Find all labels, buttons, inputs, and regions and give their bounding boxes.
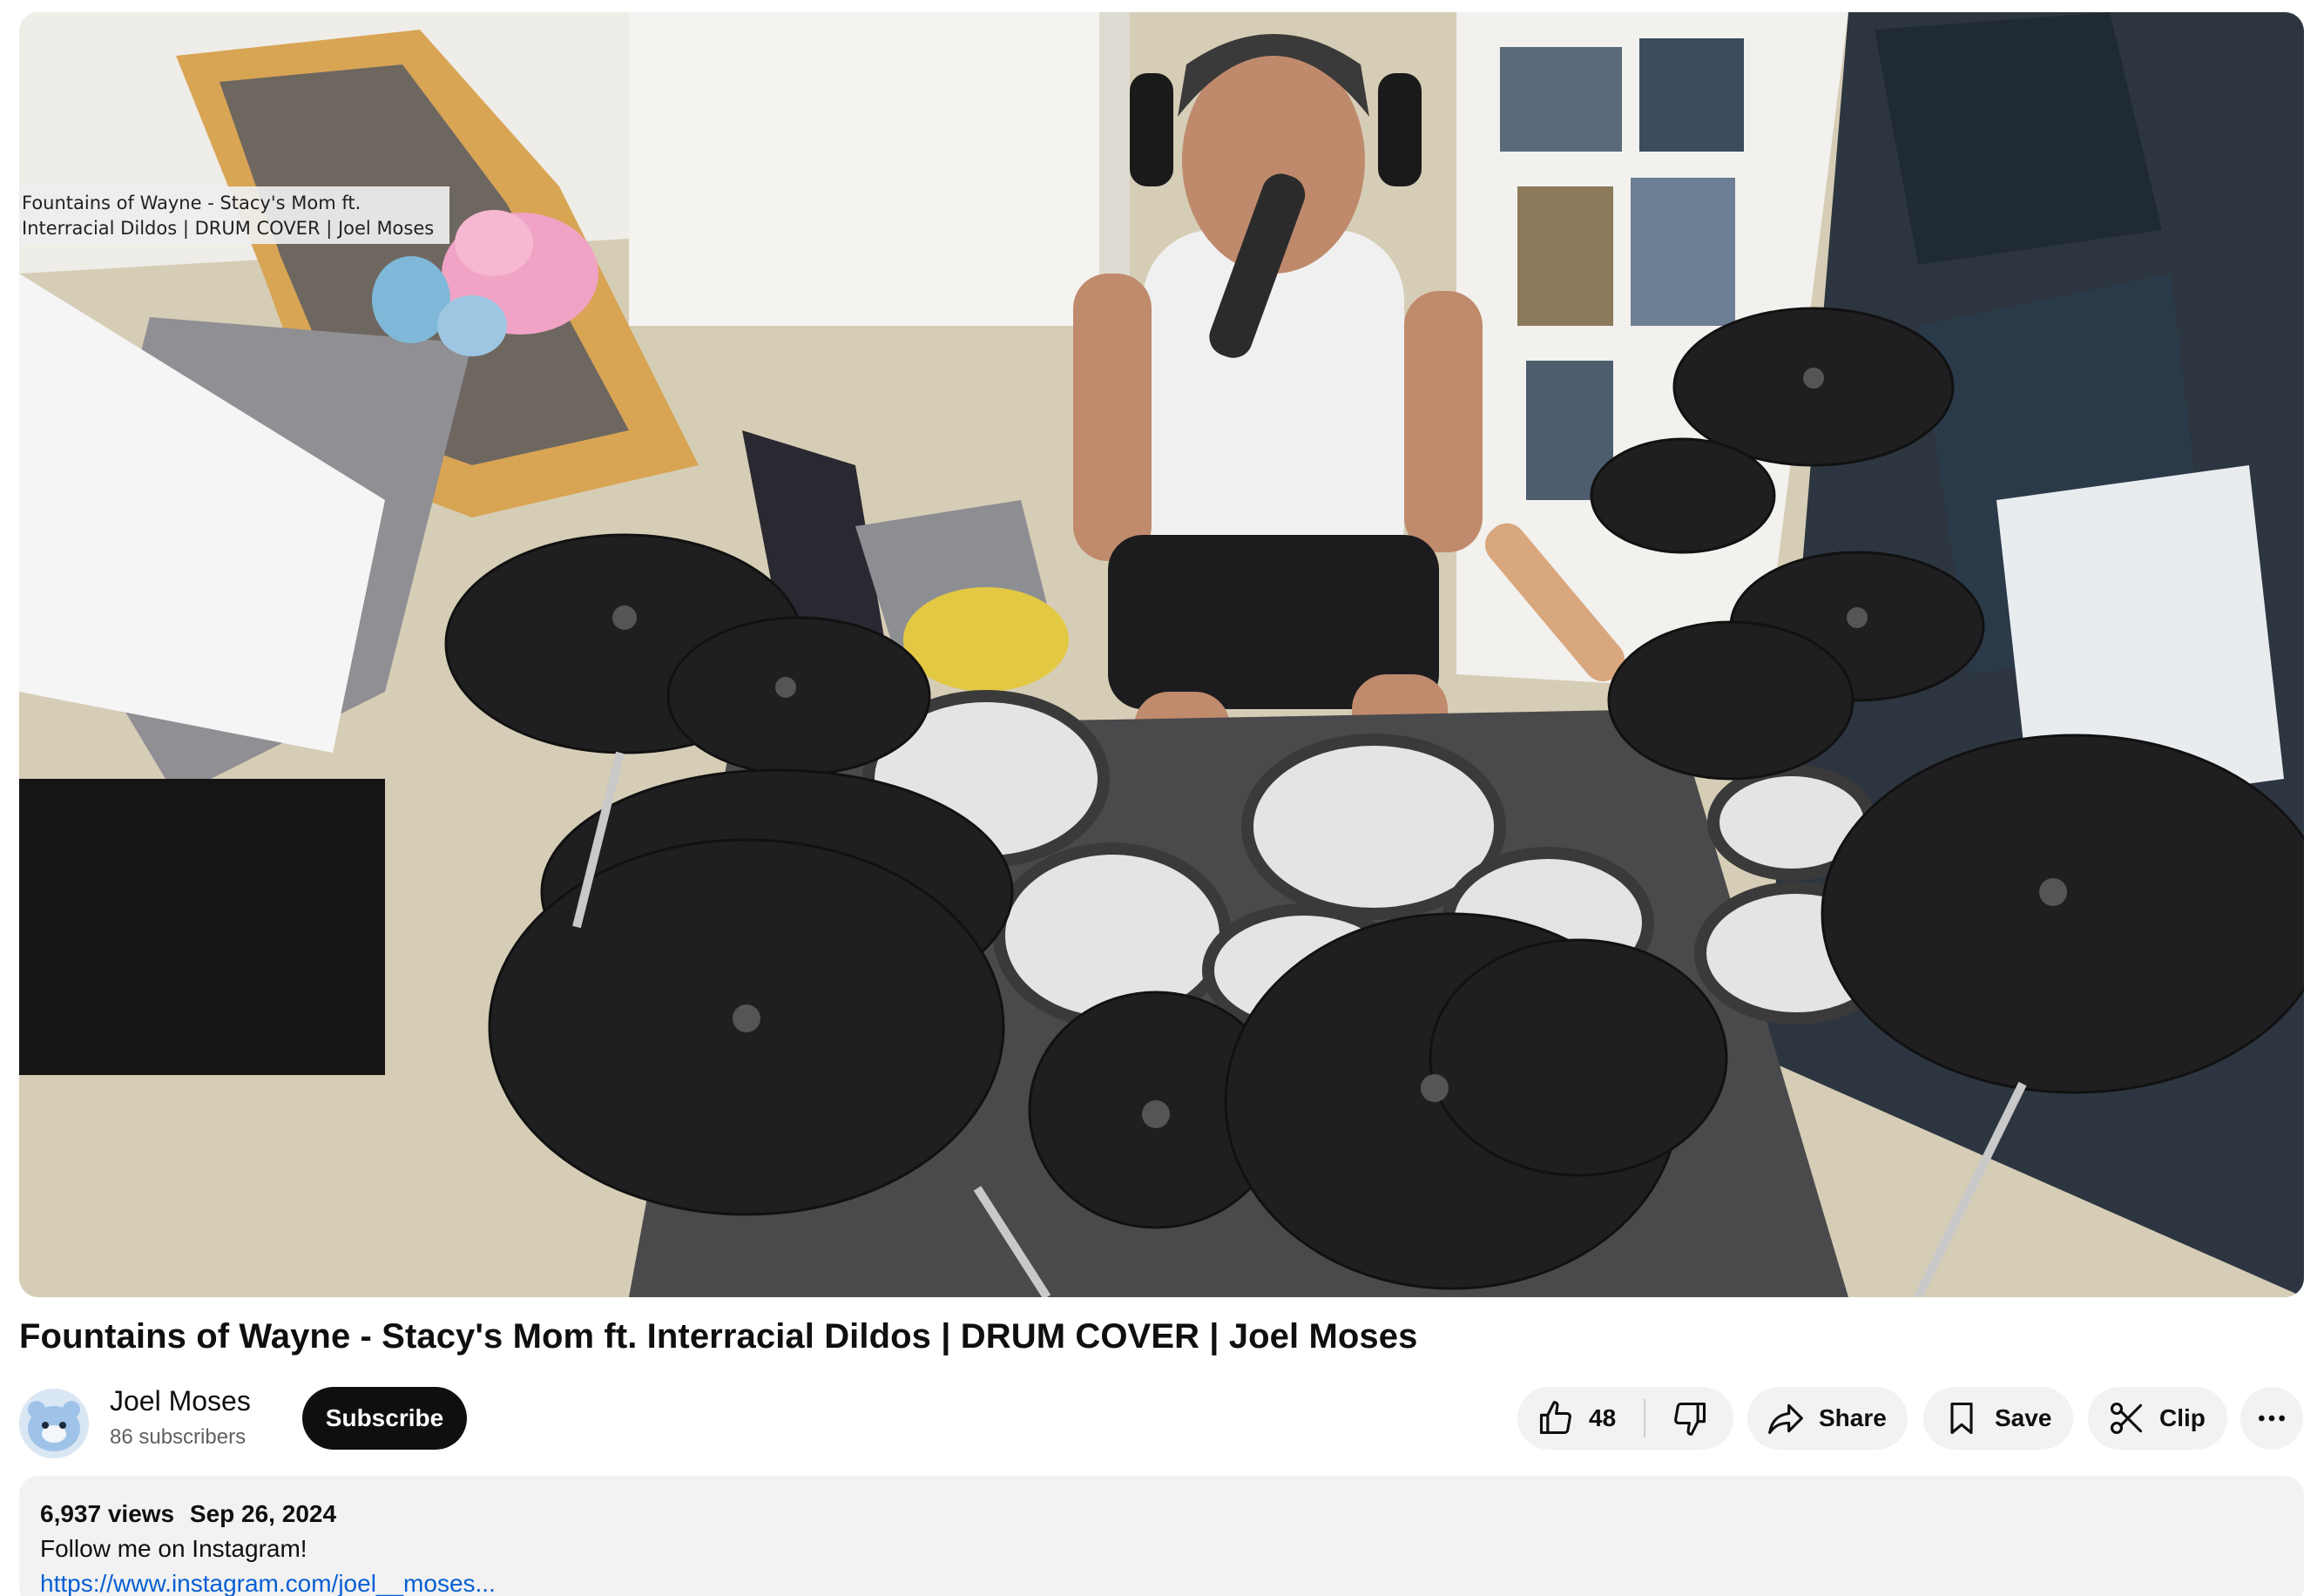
- share-arrow-icon: [1768, 1403, 1803, 1435]
- avatar-image: [19, 1389, 89, 1458]
- thumbs-down-icon: [1673, 1402, 1706, 1436]
- clip-label: Clip: [2159, 1404, 2206, 1431]
- view-count: 6,937 views: [40, 1500, 175, 1527]
- clip-button[interactable]: Clip: [2088, 1387, 2227, 1450]
- like-dislike-group: 48: [1517, 1387, 1733, 1450]
- scissors-icon: [2110, 1402, 2143, 1435]
- video-meta: 6,937 views Sep 26, 2024: [40, 1498, 2283, 1530]
- like-button[interactable]: 48: [1517, 1387, 1644, 1450]
- save-label: Save: [1995, 1404, 2052, 1431]
- share-button[interactable]: Share: [1747, 1387, 1908, 1450]
- more-horizontal-icon: [2259, 1415, 2285, 1422]
- video-title-tooltip: Fountains of Wayne - Stacy's Mom ft. Int…: [19, 186, 449, 244]
- channel-name[interactable]: Joel Moses: [110, 1385, 251, 1417]
- instagram-link[interactable]: https://www.instagram.com/joel__moses...: [40, 1566, 2283, 1596]
- video-player[interactable]: Fountains of Wayne - Stacy's Mom ft. Int…: [19, 12, 2304, 1297]
- description-box[interactable]: 6,937 views Sep 26, 2024 Follow me on In…: [19, 1476, 2304, 1596]
- subscriber-count: 86 subscribers: [110, 1425, 247, 1449]
- dislike-button[interactable]: [1645, 1387, 1733, 1450]
- more-actions-button[interactable]: [2240, 1387, 2303, 1450]
- channel-avatar[interactable]: [19, 1389, 89, 1458]
- video-title: Fountains of Wayne - Stacy's Mom ft. Int…: [19, 1317, 1418, 1356]
- like-count: 48: [1589, 1404, 1617, 1431]
- upload-date: Sep 26, 2024: [189, 1500, 337, 1527]
- description-text: Follow me on Instagram!: [40, 1535, 307, 1562]
- subscribe-button[interactable]: Subscribe: [302, 1387, 467, 1450]
- save-button[interactable]: Save: [1923, 1387, 2073, 1450]
- thumbs-up-icon: [1539, 1401, 1571, 1435]
- bookmark-icon: [1950, 1402, 1973, 1435]
- share-label: Share: [1819, 1404, 1887, 1431]
